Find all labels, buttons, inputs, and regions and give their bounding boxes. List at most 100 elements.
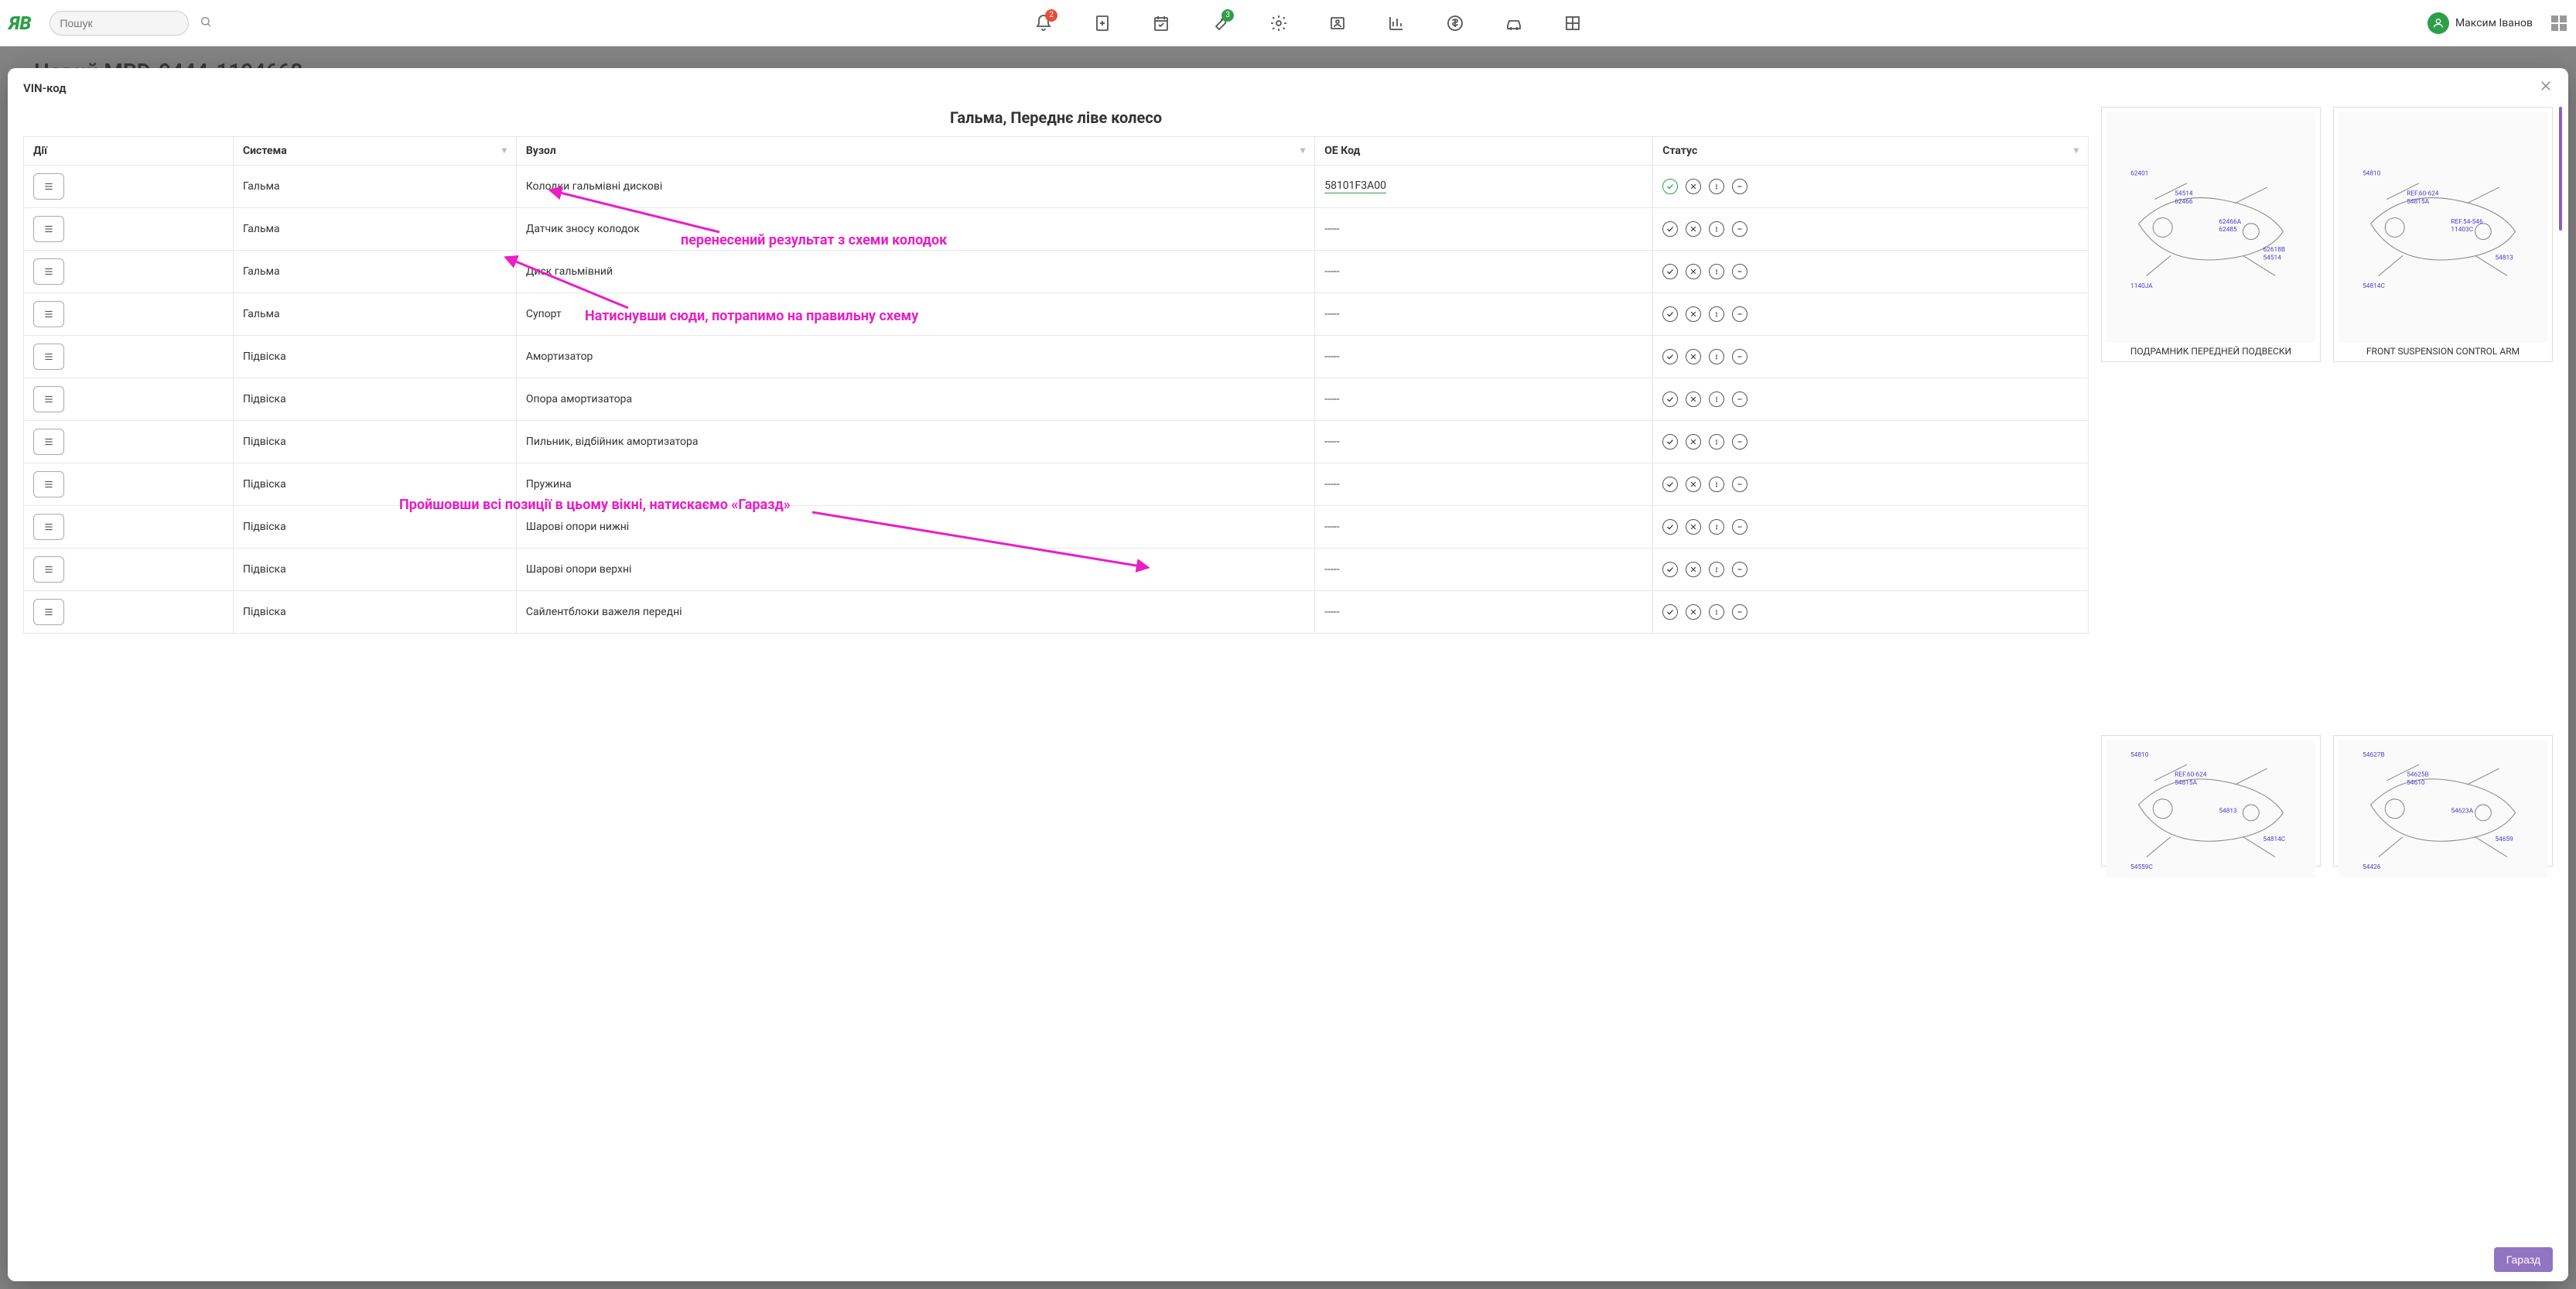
oe-code-value[interactable]: 58101F3A00 (1324, 180, 1386, 193)
status-minus-icon[interactable] (1732, 477, 1748, 492)
status-exclamation-icon[interactable] (1709, 477, 1724, 492)
filter-icon[interactable]: ▾ (1300, 145, 1305, 156)
row-menu-button[interactable] (33, 556, 64, 583)
status-x-icon[interactable] (1686, 562, 1701, 577)
status-minus-icon[interactable] (1732, 349, 1748, 364)
svg-text:54810: 54810 (2130, 751, 2149, 759)
status-exclamation-icon[interactable] (1709, 519, 1724, 535)
status-x-icon[interactable] (1686, 477, 1701, 492)
status-minus-icon[interactable] (1732, 562, 1748, 577)
status-minus-icon[interactable] (1732, 179, 1748, 194)
oe-code-empty[interactable]: ----- (1324, 308, 1339, 320)
status-minus-icon[interactable] (1732, 519, 1748, 535)
status-exclamation-icon[interactable] (1709, 391, 1724, 407)
bell-icon[interactable]: 2 (1033, 12, 1054, 34)
apps-grid-icon[interactable] (2551, 15, 2567, 31)
status-exclamation-icon[interactable] (1709, 562, 1724, 577)
filter-icon[interactable]: ▾ (2074, 145, 2079, 156)
status-x-icon[interactable] (1686, 179, 1701, 194)
status-x-icon[interactable] (1686, 519, 1701, 535)
status-check-icon[interactable] (1662, 477, 1678, 492)
status-exclamation-icon[interactable] (1709, 604, 1724, 620)
status-x-icon[interactable] (1686, 221, 1701, 237)
status-minus-icon[interactable] (1732, 434, 1748, 450)
diagram-card[interactable]: 54627B5461054623A546595442654625B (2333, 735, 2553, 867)
oe-code-empty[interactable]: ----- (1324, 436, 1339, 448)
oe-code-cell: ----- (1315, 506, 1653, 549)
status-exclamation-icon[interactable] (1709, 221, 1724, 237)
status-x-icon[interactable] (1686, 349, 1701, 364)
status-x-icon[interactable] (1686, 604, 1701, 620)
row-menu-button[interactable] (33, 386, 64, 412)
row-menu-button[interactable] (33, 429, 64, 455)
status-x-icon[interactable] (1686, 306, 1701, 322)
status-minus-icon[interactable] (1732, 306, 1748, 322)
oe-code-empty[interactable]: ----- (1324, 606, 1339, 618)
status-minus-icon[interactable] (1732, 264, 1748, 279)
table-row: Підвіска Шарові опори верхні ----- (24, 549, 2089, 591)
status-exclamation-icon[interactable] (1709, 349, 1724, 364)
status-check-icon[interactable] (1662, 349, 1678, 364)
search-box[interactable] (50, 11, 189, 36)
search-input[interactable] (60, 17, 200, 29)
status-x-icon[interactable] (1686, 434, 1701, 450)
diagram-card[interactable]: 624016246662485545141140JA5451462466A626… (2101, 107, 2321, 362)
status-check-icon[interactable] (1662, 179, 1678, 194)
row-menu-button[interactable] (33, 258, 64, 285)
scroll-indicator[interactable] (2559, 107, 2562, 231)
row-menu-button[interactable] (33, 599, 64, 625)
row-menu-button[interactable] (33, 471, 64, 497)
chart-icon[interactable] (1385, 12, 1407, 34)
status-x-icon[interactable] (1686, 391, 1701, 407)
oe-code-empty[interactable]: ----- (1324, 350, 1339, 363)
filter-icon[interactable]: ▾ (502, 145, 507, 156)
row-menu-button[interactable] (33, 344, 64, 370)
col-status[interactable]: Статус▾ (1653, 137, 2089, 166)
status-exclamation-icon[interactable] (1709, 179, 1724, 194)
status-exclamation-icon[interactable] (1709, 434, 1724, 450)
oe-code-empty[interactable]: ----- (1324, 563, 1339, 576)
status-check-icon[interactable] (1662, 434, 1678, 450)
oe-code-empty[interactable]: ----- (1324, 393, 1339, 405)
status-exclamation-icon[interactable] (1709, 264, 1724, 279)
col-node[interactable]: Вузол▾ (516, 137, 1314, 166)
row-menu-button[interactable] (33, 173, 64, 200)
status-check-icon[interactable] (1662, 519, 1678, 535)
status-check-icon[interactable] (1662, 562, 1678, 577)
close-button[interactable] (2539, 79, 2553, 97)
status-minus-icon[interactable] (1732, 221, 1748, 237)
row-menu-button[interactable] (33, 514, 64, 540)
oe-code-empty[interactable]: ----- (1324, 478, 1339, 491)
status-minus-icon[interactable] (1732, 604, 1748, 620)
status-check-icon[interactable] (1662, 604, 1678, 620)
row-menu-button[interactable] (33, 216, 64, 242)
col-system[interactable]: Система▾ (233, 137, 516, 166)
user-area[interactable]: Максим Іванов (2427, 12, 2567, 34)
dollar-icon[interactable] (1444, 12, 1466, 34)
wrench-icon[interactable]: 3 (1209, 12, 1231, 34)
status-minus-icon[interactable] (1732, 391, 1748, 407)
oe-code-empty[interactable]: ----- (1324, 223, 1339, 235)
grid-icon[interactable] (1562, 12, 1584, 34)
diagram-card[interactable]: 5481054815A11403C5481354814CREF.60-624RE… (2333, 107, 2553, 362)
status-check-icon[interactable] (1662, 264, 1678, 279)
svg-text:54625B: 54625B (2407, 771, 2428, 779)
status-check-icon[interactable] (1662, 306, 1678, 322)
id-card-icon[interactable] (1327, 12, 1348, 34)
app-header: ЯВ 2 3 (0, 0, 2576, 46)
status-exclamation-icon[interactable] (1709, 306, 1724, 322)
oe-code-empty[interactable]: ----- (1324, 265, 1339, 278)
calendar-check-icon[interactable] (1150, 12, 1172, 34)
gear-icon[interactable] (1268, 12, 1290, 34)
oe-code-cell: ----- (1315, 549, 1653, 591)
status-x-icon[interactable] (1686, 264, 1701, 279)
ok-button[interactable]: Гаразд (2494, 1247, 2553, 1272)
document-add-icon[interactable] (1092, 12, 1113, 34)
status-check-icon[interactable] (1662, 391, 1678, 407)
status-check-icon[interactable] (1662, 221, 1678, 237)
diagram-card[interactable]: 5481054815A5481354814C54559CREF.60-624 (2101, 735, 2321, 867)
row-menu-button[interactable] (33, 301, 64, 327)
table-row: Підвіска Шарові опори нижні ----- (24, 506, 2089, 549)
oe-code-empty[interactable]: ----- (1324, 521, 1339, 533)
car-icon[interactable] (1503, 12, 1525, 34)
